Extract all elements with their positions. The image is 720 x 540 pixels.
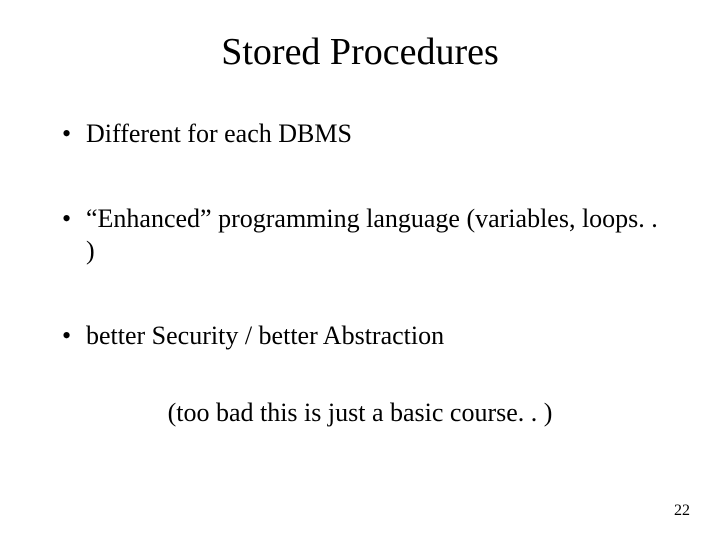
page-number: 22 xyxy=(674,502,690,520)
slide-title: Stored Procedures xyxy=(60,30,660,74)
slide-container: Stored Procedures Different for each DBM… xyxy=(0,0,720,540)
list-item: better Security / better Abstraction xyxy=(60,320,660,353)
footnote-text: (too bad this is just a basic course. . … xyxy=(60,398,660,428)
bullet-list: Different for each DBMS “Enhanced” progr… xyxy=(60,118,660,352)
list-item: “Enhanced” programming language (variabl… xyxy=(60,203,660,268)
list-item: Different for each DBMS xyxy=(60,118,660,151)
